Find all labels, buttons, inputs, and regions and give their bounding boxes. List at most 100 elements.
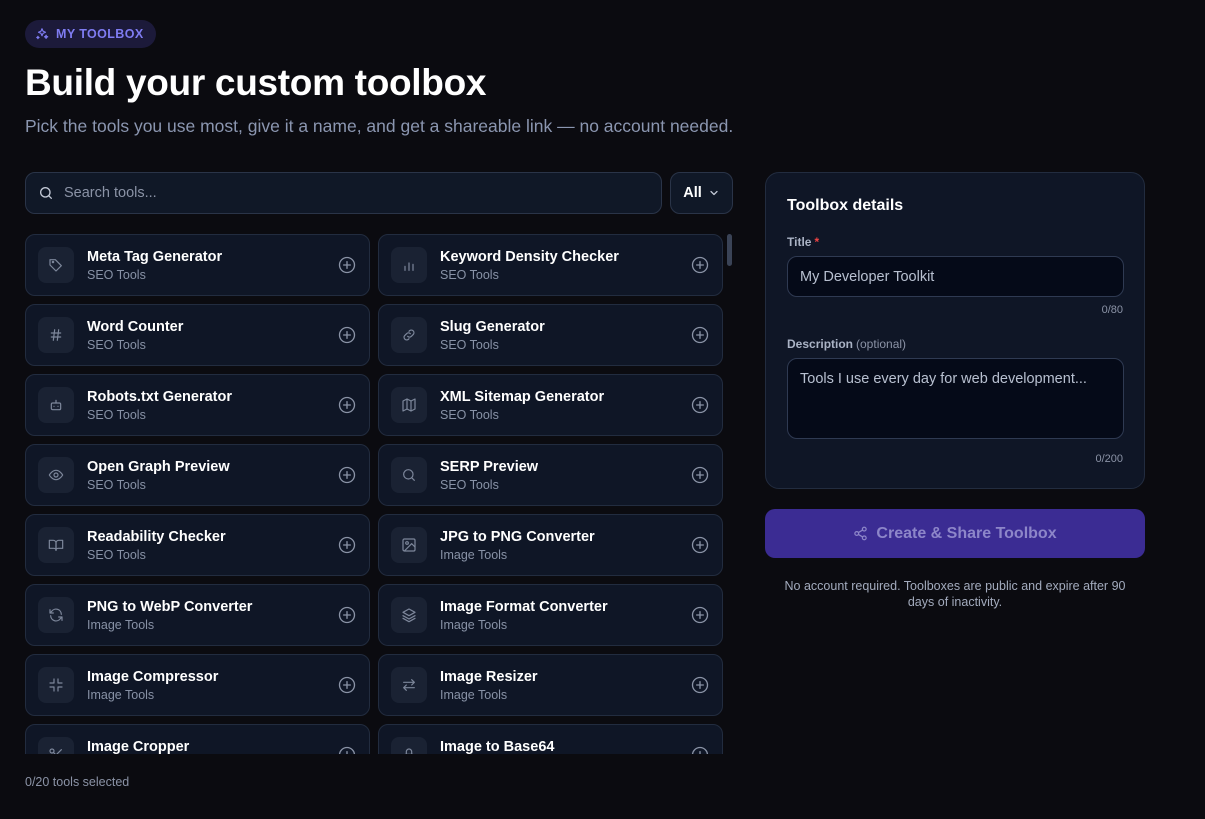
description-textarea[interactable]: Tools I use every day for web developmen…: [787, 358, 1124, 439]
tool-name: PNG to WebP Converter: [87, 598, 253, 615]
add-circle-icon[interactable]: [690, 535, 710, 555]
tools-scrollbar[interactable]: [727, 234, 732, 266]
section-badge: MY TOOLBOX: [25, 20, 156, 48]
tool-category: SEO Tools: [87, 407, 146, 422]
tool-card[interactable]: Open Graph Preview SEO Tools: [25, 444, 370, 506]
tool-icon-box: [391, 737, 427, 754]
tool-category: SEO Tools: [87, 547, 146, 562]
search-input[interactable]: [64, 185, 624, 201]
tool-card[interactable]: Image Compressor Image Tools: [25, 654, 370, 716]
tool-card[interactable]: Keyword Density Checker SEO Tools: [378, 234, 723, 296]
tool-card[interactable]: Image CropperImage Tools: [25, 724, 370, 754]
tool-card[interactable]: SERP Preview SEO Tools: [378, 444, 723, 506]
share-icon: [854, 526, 868, 541]
tool-card[interactable]: Slug Generator SEO Tools: [378, 304, 723, 366]
required-asterisk: *: [814, 235, 820, 249]
tools-list[interactable]: Meta Tag Generator SEO Tools Keyword Densi…: [25, 234, 725, 754]
title-input-placeholder: My Developer Toolkit: [800, 269, 935, 285]
tool-card[interactable]: JPG to PNG Converter Image Tools: [378, 514, 723, 576]
add-circle-icon[interactable]: [690, 255, 710, 275]
scissors-icon: [49, 748, 62, 754]
add-circle-icon[interactable]: [690, 605, 710, 625]
add-circle-icon[interactable]: [337, 535, 357, 555]
description-char-counter: 0/200: [1095, 453, 1123, 465]
add-circle-icon[interactable]: [337, 255, 357, 275]
tool-category: Image Tools: [440, 617, 508, 632]
tool-name: Readability Checker: [87, 528, 226, 545]
tool-category: SEO Tools: [440, 407, 499, 422]
tool-category: Image Tools: [440, 687, 508, 702]
search-icon: [403, 469, 415, 481]
toolbox-details-panel: Toolbox details Title * My Developer Tool…: [765, 172, 1145, 489]
add-circle-icon[interactable]: [337, 605, 357, 625]
add-circle-icon[interactable]: [337, 465, 357, 485]
selected-count: 0/20 tools selected: [25, 775, 130, 789]
tool-text: Keyword Density Checker SEO Tools: [440, 249, 619, 282]
title-input[interactable]: My Developer Toolkit: [787, 256, 1124, 297]
tool-text: Robots.txt Generator SEO Tools: [87, 389, 232, 422]
tool-name: Image to Base64: [440, 738, 555, 755]
tool-card[interactable]: Image to Base64Image Tools: [378, 724, 723, 754]
tool-name: SERP Preview: [440, 458, 539, 475]
tool-icon-box: [38, 317, 74, 353]
tool-icon-box: [38, 457, 74, 493]
tool-text: Image CropperImage Tools: [87, 739, 189, 755]
tool-text: Image Format Converter Image Tools: [440, 599, 608, 632]
add-circle-icon[interactable]: [690, 465, 710, 485]
add-circle-icon[interactable]: [337, 395, 357, 415]
tool-card[interactable]: Meta Tag Generator SEO Tools: [25, 234, 370, 296]
tool-category: SEO Tools: [87, 337, 146, 352]
tool-card[interactable]: XML Sitemap Generator SEO Tools: [378, 374, 723, 436]
panel-title: Toolbox details: [787, 197, 904, 214]
tool-name: Image Compressor: [87, 668, 219, 685]
tool-card[interactable]: Word Counter SEO Tools: [25, 304, 370, 366]
add-circle-icon[interactable]: [690, 325, 710, 345]
tool-text: Slug Generator SEO Tools: [440, 319, 545, 352]
tool-text: Word Counter SEO Tools: [87, 319, 183, 352]
tool-icon-box: [38, 667, 74, 703]
tool-icon-box: [38, 737, 74, 754]
tool-text: Meta Tag Generator SEO Tools: [87, 249, 222, 282]
description-placeholder: Tools I use every day for web developmen…: [800, 371, 1087, 387]
add-circle-icon[interactable]: [337, 675, 357, 695]
add-circle-icon[interactable]: [337, 325, 357, 345]
tool-name: JPG to PNG Converter: [440, 528, 595, 545]
tool-category: SEO Tools: [87, 477, 146, 492]
add-circle-icon[interactable]: [337, 745, 357, 754]
link-icon: [403, 329, 415, 341]
search-box[interactable]: [25, 172, 662, 214]
tool-text: JPG to PNG Converter Image Tools: [440, 529, 595, 562]
description-label: Description (optional): [787, 337, 906, 351]
description-label-text: Description: [787, 337, 854, 351]
title-char-counter: 0/80: [1101, 304, 1123, 316]
tool-icon-box: [391, 387, 427, 423]
title-label: Title *: [787, 235, 819, 249]
tool-card[interactable]: Image Resizer Image Tools: [378, 654, 723, 716]
tool-category: SEO Tools: [440, 267, 499, 282]
tool-name: Image Cropper: [87, 738, 190, 755]
add-circle-icon[interactable]: [690, 675, 710, 695]
tool-text: Image to Base64Image Tools: [440, 739, 554, 755]
tool-name: Robots.txt Generator: [87, 388, 233, 405]
tool-card[interactable]: Robots.txt Generator SEO Tools: [25, 374, 370, 436]
title-label-text: Title: [787, 235, 812, 249]
minimize-icon: [49, 678, 63, 692]
tool-text: Readability Checker SEO Tools: [87, 529, 226, 562]
tool-card[interactable]: PNG to WebP Converter Image Tools: [25, 584, 370, 646]
tool-category: SEO Tools: [440, 337, 499, 352]
tool-category: Image Tools: [87, 687, 155, 702]
optional-note: (optional): [856, 337, 907, 351]
create-share-button[interactable]: Create & Share Toolbox: [765, 509, 1145, 558]
tool-icon-box: [38, 247, 74, 283]
refresh-icon: [49, 608, 63, 622]
tool-category: SEO Tools: [87, 267, 146, 282]
tool-card[interactable]: Readability Checker SEO Tools: [25, 514, 370, 576]
tool-card[interactable]: Image Format Converter Image Tools: [378, 584, 723, 646]
footnote: No account required. Toolboxes are publi…: [784, 579, 1126, 609]
category-filter-dropdown[interactable]: All: [670, 172, 733, 214]
tool-text: SERP Preview SEO Tools: [440, 459, 538, 492]
tool-text: Image Resizer Image Tools: [440, 669, 538, 702]
add-circle-icon[interactable]: [690, 745, 710, 754]
add-circle-icon[interactable]: [690, 395, 710, 415]
tool-name: Keyword Density Checker: [440, 248, 619, 265]
